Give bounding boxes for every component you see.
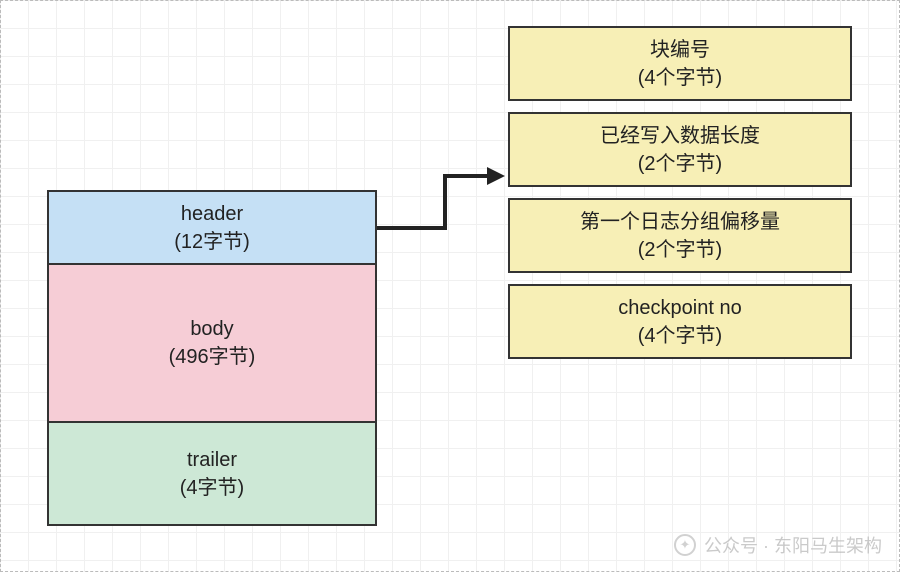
left-body-sub: (496字节) [169, 343, 256, 371]
right-offset: 第一个日志分组偏移量 (2个字节) [508, 198, 852, 273]
left-header-sub: (12字节) [174, 228, 250, 256]
right-data-len: 已经写入数据长度 (2个字节) [508, 112, 852, 187]
left-header-block: header (12字节) [47, 190, 377, 265]
left-header-label: header [181, 200, 243, 228]
right-offset-label: 第一个日志分组偏移量 [580, 208, 780, 236]
right-data-len-label: 已经写入数据长度 [600, 122, 760, 150]
left-trailer-block: trailer (4字节) [47, 421, 377, 526]
watermark: ✦ 公众号 · 东阳马生架构 [674, 532, 882, 558]
left-trailer-label: trailer [187, 446, 237, 474]
left-body-block: body (496字节) [47, 263, 377, 423]
right-checkpoint-label: checkpoint no [618, 294, 741, 322]
right-offset-sub: (2个字节) [638, 236, 722, 264]
arrow-header-to-detail [377, 160, 517, 240]
right-block-no: 块编号 (4个字节) [508, 26, 852, 101]
right-block-no-sub: (4个字节) [638, 64, 722, 92]
watermark-text: 公众号 · 东阳马生架构 [704, 532, 882, 558]
right-block-no-label: 块编号 [650, 36, 710, 64]
right-checkpoint: checkpoint no (4个字节) [508, 284, 852, 359]
left-trailer-sub: (4字节) [180, 474, 244, 502]
wechat-icon: ✦ [674, 534, 696, 556]
right-checkpoint-sub: (4个字节) [638, 322, 722, 350]
left-body-label: body [190, 315, 233, 343]
right-data-len-sub: (2个字节) [638, 150, 722, 178]
diagram-canvas: header (12字节) body (496字节) trailer (4字节)… [0, 0, 900, 572]
